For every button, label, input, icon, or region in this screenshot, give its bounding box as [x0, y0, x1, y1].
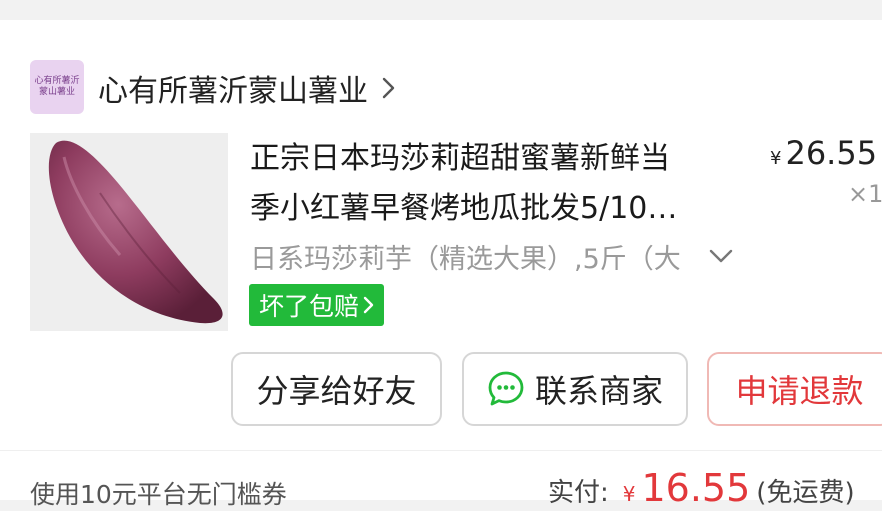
guarantee-badge-label: 坏了包赔	[259, 292, 360, 321]
paid-currency: ¥	[622, 482, 636, 506]
store-link[interactable]: 心有所薯沂蒙山薯业	[98, 66, 396, 110]
store-logo[interactable]: 心有所薯沂蒙山薯业	[30, 60, 84, 114]
chevron-down-icon	[709, 249, 733, 263]
product-title-line1: 正宗日本玛莎莉超甜蜜薯新鲜当	[250, 141, 670, 176]
sweet-potato-icon	[30, 133, 228, 331]
store-name: 心有所薯沂蒙山薯业	[98, 74, 368, 109]
chevron-right-icon	[382, 77, 395, 99]
share-button[interactable]: 分享给好友	[231, 352, 442, 426]
product-image[interactable]	[30, 133, 228, 331]
product-title[interactable]: 正宗日本玛莎莉超甜蜜薯新鲜当 季小红薯早餐烤地瓜批发5/10…	[250, 134, 740, 234]
product-title-line2: 季小红薯早餐烤地瓜批发5/10…	[250, 191, 678, 226]
contact-seller-label: 联系商家	[534, 372, 663, 410]
chat-bubble-icon	[487, 370, 525, 408]
order-card: 心有所薯沂蒙山薯业 心有所薯沂蒙山薯业 正宗日本玛莎莉超甜蜜薯新鲜当 季小红薯早…	[0, 20, 882, 510]
product-spec-text: 日系玛莎莉芋（精选大果）,5斤（大	[250, 243, 681, 275]
store-logo-text: 心有所薯沂蒙山薯业	[34, 76, 80, 97]
divider	[0, 450, 882, 451]
product-price: ¥26.55	[770, 134, 877, 172]
paid-total: 实付: ¥ 16.55 (免运费)	[548, 466, 855, 510]
paid-amount: 16.55	[641, 466, 751, 510]
price-currency: ¥	[770, 148, 782, 169]
chevron-right-icon	[363, 295, 375, 315]
shipping-note: (免运费)	[756, 478, 855, 508]
product-quantity: ×1	[848, 180, 882, 208]
paid-label: 实付:	[548, 478, 609, 508]
coupon-info: 使用10元平台无门槛券	[30, 480, 287, 509]
contact-seller-button[interactable]: 联系商家	[462, 352, 688, 426]
price-value: 26.55	[785, 134, 878, 172]
refund-button[interactable]: 申请退款	[707, 352, 882, 426]
product-spec[interactable]: 日系玛莎莉芋（精选大果）,5斤（大	[250, 236, 740, 276]
guarantee-badge[interactable]: 坏了包赔	[249, 284, 385, 326]
